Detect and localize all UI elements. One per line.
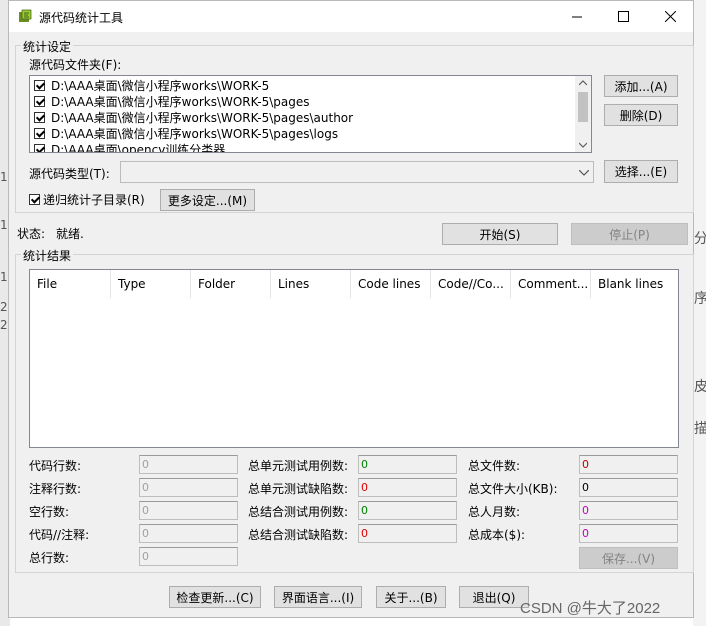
- save-button[interactable]: 保存...(V): [579, 547, 678, 569]
- bg-digit: 2: [0, 318, 8, 332]
- total-files-field: 0: [579, 455, 678, 474]
- total-files-label: 总文件数:: [468, 459, 521, 473]
- integration-test-cases-field: 0: [358, 501, 457, 520]
- scroll-down-icon[interactable]: [579, 142, 587, 148]
- source-type-label: 源代码类型(T):: [29, 167, 110, 181]
- folders-label: 源代码文件夹(F):: [29, 58, 122, 72]
- start-button[interactable]: 开始(S): [442, 223, 558, 245]
- bg-char: 皮: [694, 379, 706, 395]
- checkbox[interactable]: [34, 79, 45, 91]
- background-right-strip: [693, 0, 706, 626]
- recursive-checkbox-row[interactable]: 递归统计子目录(R): [29, 191, 145, 208]
- comment-lines-label: 注释行数:: [29, 482, 82, 496]
- list-item[interactable]: D:\AAA桌面\微信小程序works\WORK-5: [34, 77, 269, 93]
- list-item[interactable]: D:\AAA桌面\微信小程序works\WORK-5\pages: [34, 93, 310, 109]
- column-header-comment[interactable]: Comment...: [511, 270, 591, 298]
- exit-button[interactable]: 退出(Q): [459, 586, 529, 608]
- unit-test-defects-label: 总单元测试缺陷数:: [248, 482, 349, 496]
- recursive-label: 递归统计子目录(R): [43, 193, 145, 207]
- window-title: 源代码统计工具: [39, 11, 124, 25]
- status-label: 状态:: [17, 227, 46, 241]
- source-type-combo[interactable]: [120, 161, 594, 183]
- checkbox[interactable]: [34, 95, 45, 107]
- choose-type-button[interactable]: 选择...(E): [604, 160, 678, 183]
- stop-button[interactable]: 停止(P): [571, 223, 688, 245]
- main-window: 源代码统计工具 统计设定 源代码文件夹(F): D:\AAA桌面\微信小程序wo…: [8, 0, 694, 618]
- total-cost-label: 总成本($):: [468, 528, 526, 542]
- total-person-months-field: 0: [579, 501, 678, 520]
- blank-lines-field: 0: [139, 501, 238, 520]
- chevron-down-icon: [579, 170, 589, 176]
- csdn-watermark: CSDN @牛大了2022: [520, 600, 661, 617]
- results-table[interactable]: File Type Folder Lines Code lines Code//…: [29, 269, 679, 448]
- column-header-folder[interactable]: Folder: [191, 270, 271, 298]
- total-file-size-label: 总文件大小(KB):: [468, 482, 558, 496]
- list-scrollbar[interactable]: [575, 76, 591, 152]
- checkbox[interactable]: [34, 111, 45, 123]
- code-lines-field: 0: [139, 455, 238, 474]
- delete-folder-button[interactable]: 删除(D): [604, 104, 678, 126]
- settings-group-label: 统计设定: [21, 38, 74, 55]
- close-icon: [664, 11, 676, 22]
- integration-test-defects-field: 0: [358, 524, 457, 543]
- folder-path: D:\AAA桌面\微信小程序works\WORK-5\pages: [51, 94, 310, 109]
- about-button[interactable]: 关于...(B): [376, 586, 446, 608]
- column-header-file[interactable]: File: [30, 270, 111, 298]
- more-settings-button[interactable]: 更多设定...(M): [160, 189, 255, 211]
- column-header-code-lines[interactable]: Code lines: [351, 270, 431, 298]
- unit-test-defects-field: 0: [358, 478, 457, 497]
- title-bar: 源代码统计工具: [9, 1, 693, 32]
- list-item[interactable]: D:\AAA桌面\微信小程序works\WORK-5\pages\logs: [34, 125, 338, 141]
- folder-path: D:\AAA桌面\微信小程序works\WORK-5\pages\logs: [51, 126, 339, 141]
- bg-digit: 1: [0, 170, 8, 184]
- bg-digit: 1: [0, 218, 8, 232]
- status-value: 就绪.: [56, 227, 84, 241]
- comment-lines-field: 0: [139, 478, 238, 497]
- column-header-code-comment[interactable]: Code//Co...: [431, 270, 511, 298]
- recursive-checkbox[interactable]: [29, 194, 40, 205]
- column-header-lines[interactable]: Lines: [271, 270, 351, 298]
- bg-digit: 2: [0, 300, 8, 314]
- code-comment-ratio-field: 0: [139, 524, 238, 543]
- code-comment-ratio-label: 代码//注释:: [29, 528, 90, 542]
- language-button[interactable]: 界面语言...(I): [274, 586, 362, 608]
- app-icon: [19, 9, 32, 22]
- total-lines-field: 0: [139, 547, 238, 566]
- check-update-button[interactable]: 检查更新...(C): [169, 586, 261, 608]
- unit-test-cases-field: 0: [358, 455, 457, 474]
- unit-test-cases-label: 总单元测试用例数:: [248, 459, 349, 473]
- folder-path: D:\AAA桌面\微信小程序works\WORK-5: [51, 78, 270, 93]
- scroll-up-icon[interactable]: [579, 80, 587, 86]
- column-header-type[interactable]: Type: [111, 270, 191, 298]
- folder-path: D:\AAA桌面\微信小程序works\WORK-5\pages\author: [51, 110, 354, 125]
- bg-char: 描: [694, 421, 706, 437]
- add-folder-button[interactable]: 添加...(A): [604, 75, 678, 97]
- checkbox[interactable]: [34, 143, 45, 152]
- folders-list[interactable]: D:\AAA桌面\微信小程序works\WORK-5 D:\AAA桌面\微信小程…: [29, 75, 592, 153]
- bg-digit: 1: [0, 270, 8, 284]
- column-header-blank-lines[interactable]: Blank lines: [591, 270, 671, 298]
- blank-lines-label: 空行数:: [29, 505, 70, 519]
- scroll-thumb[interactable]: [578, 92, 588, 122]
- total-file-size-field: 0: [579, 478, 678, 497]
- results-group-label: 统计结果: [21, 247, 74, 264]
- bg-char: 分: [694, 231, 706, 247]
- maximize-icon: [617, 11, 629, 22]
- close-button[interactable]: [647, 1, 693, 32]
- total-lines-label: 总行数:: [29, 551, 70, 565]
- maximize-button[interactable]: [600, 1, 646, 32]
- folder-path: D:\AAA桌面\opencv训练分类器: [51, 142, 226, 153]
- minimize-button[interactable]: [554, 1, 600, 32]
- total-cost-field: 0: [579, 524, 678, 543]
- checkbox[interactable]: [34, 127, 45, 139]
- code-lines-label: 代码行数:: [29, 459, 82, 473]
- total-person-months-label: 总人月数:: [468, 505, 521, 519]
- list-item[interactable]: D:\AAA桌面\微信小程序works\WORK-5\pages\author: [34, 109, 353, 125]
- bg-char: 序: [694, 291, 706, 307]
- integration-test-defects-label: 总结合测试缺陷数:: [248, 528, 349, 542]
- list-item[interactable]: D:\AAA桌面\opencv训练分类器: [34, 141, 226, 153]
- minimize-icon: [571, 16, 582, 18]
- integration-test-cases-label: 总结合测试用例数:: [248, 505, 349, 519]
